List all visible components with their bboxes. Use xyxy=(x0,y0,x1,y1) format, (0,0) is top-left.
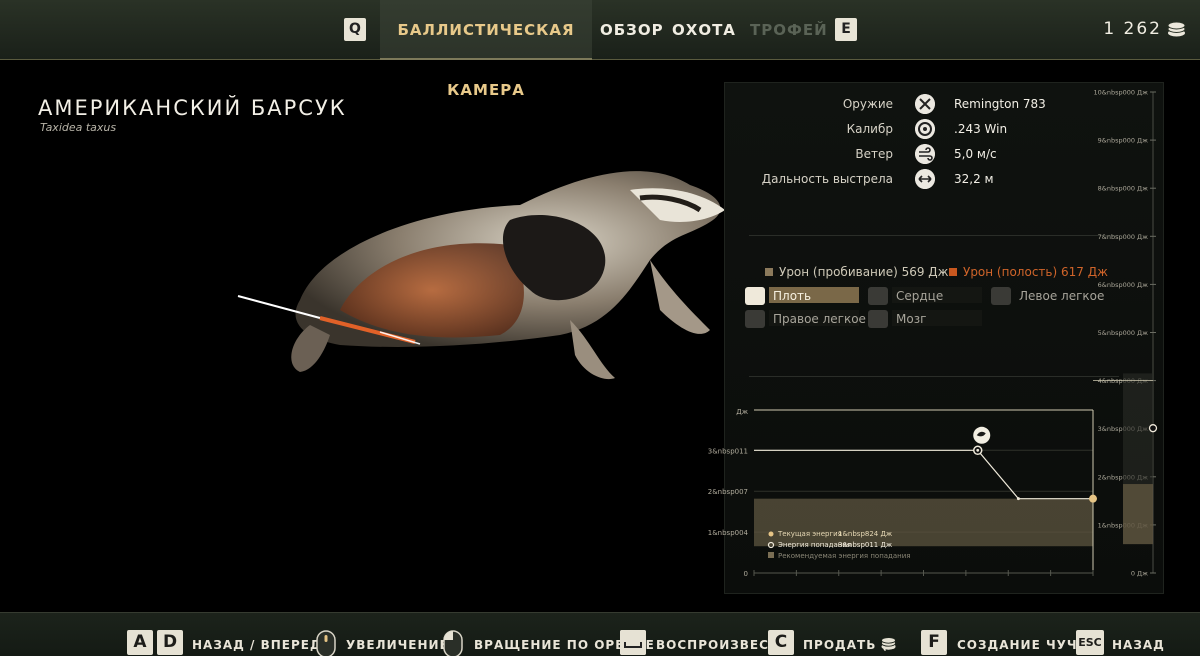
tab-trophy[interactable]: ТРОФЕЙ xyxy=(750,0,827,60)
divider xyxy=(749,235,1119,236)
flesh-icon xyxy=(745,287,765,305)
mouse-scroll-icon xyxy=(316,630,336,656)
organ-heart-label: Сердце xyxy=(896,289,944,303)
coins-icon xyxy=(881,637,896,650)
penetration-swatch xyxy=(765,268,773,276)
damage-penetration-label: Урон (пробивание) 569 Дж xyxy=(779,265,949,279)
key-c[interactable]: C xyxy=(768,630,794,655)
organ-brain-label: Мозг xyxy=(896,312,927,326)
animal-name: АМЕРИКАНСКИЙ БАРСУК xyxy=(38,96,347,120)
currency-amount: 1 262 xyxy=(1103,19,1162,39)
damage-expansion-label: Урон (полость) 617 Дж xyxy=(963,265,1108,279)
stat-distance-value: 32,2 м xyxy=(954,172,994,186)
coins-icon xyxy=(1167,21,1186,37)
tab-ballistic-camera[interactable]: БАЛЛИСТИЧЕСКАЯ КАМЕРА xyxy=(380,0,592,99)
stat-wind-value: 5,0 м/с xyxy=(954,147,997,161)
stat-weapon-label: Оружие xyxy=(842,97,893,111)
key-f[interactable]: F xyxy=(921,630,947,655)
damage-penetration: Урон (пробивание) 569 Дж xyxy=(765,265,948,279)
tab-strip: Q БАЛЛИСТИЧЕСКАЯ КАМЕРА ОБЗОР ОХОТА ТРОФ… xyxy=(0,0,1200,99)
stat-weapon-value: Remington 783 xyxy=(954,97,1046,111)
prev-tab-key[interactable]: Q xyxy=(344,18,366,41)
back-forward-label[interactable]: НАЗАД / ВПЕРЕД xyxy=(192,638,322,652)
stat-weapon: Оружие Remington 783 xyxy=(725,94,1165,116)
lung-icon xyxy=(991,287,1011,305)
key-esc[interactable]: ESC xyxy=(1076,630,1104,655)
organ-flesh-label: Плоть xyxy=(773,289,812,303)
animal-latin-name: Taxidea taxus xyxy=(40,121,117,134)
stat-caliber: Калибр .243 Win xyxy=(725,119,1165,141)
lung-icon xyxy=(745,310,765,328)
damage-expansion: Урон (полость) 617 Дж xyxy=(949,265,1108,279)
mouse-left-icon xyxy=(443,630,463,656)
expansion-swatch xyxy=(949,268,957,276)
ballistics-panel: Оружие Remington 783 Калибр .243 Win Вет… xyxy=(724,82,1164,594)
brain-icon xyxy=(868,310,888,328)
bottom-controls-bar: A D НАЗАД / ВПЕРЕД УВЕЛИЧЕНИЕ ВРАЩЕНИЕ П… xyxy=(0,612,1200,656)
next-tab-key[interactable]: E xyxy=(835,18,857,41)
animal-ballistic-view[interactable] xyxy=(230,150,740,390)
organ-flesh[interactable]: Плоть xyxy=(745,287,859,305)
stat-distance: Дальность выстрела 32,2 м xyxy=(725,169,1165,191)
stat-caliber-label: Калибр xyxy=(846,122,893,136)
divider xyxy=(749,376,1119,377)
top-navigation-bar: Q БАЛЛИСТИЧЕСКАЯ КАМЕРА ОБЗОР ОХОТА ТРОФ… xyxy=(0,0,1200,99)
organ-brain[interactable]: Мозг xyxy=(868,310,982,328)
space-key-icon[interactable] xyxy=(620,630,646,655)
organ-right-lung[interactable]: Правое легкое xyxy=(745,310,866,328)
key-d[interactable]: D xyxy=(157,630,183,655)
organ-right-lung-label: Правое легкое xyxy=(773,312,866,326)
distance-icon xyxy=(915,169,935,189)
caliber-icon xyxy=(915,119,935,139)
stat-wind-label: Ветер xyxy=(855,147,893,161)
key-a[interactable]: A xyxy=(127,630,153,655)
wind-icon xyxy=(915,144,935,164)
organ-left-lung[interactable]: Левое легкое xyxy=(991,287,1105,305)
stat-wind: Ветер 5,0 м/с xyxy=(725,144,1165,166)
organ-heart[interactable]: Сердце xyxy=(868,287,982,305)
heart-icon xyxy=(868,287,888,305)
zoom-label[interactable]: УВЕЛИЧЕНИЕ xyxy=(346,638,449,652)
tab-hunt[interactable]: ОХОТА xyxy=(672,0,735,60)
stat-caliber-value: .243 Win xyxy=(954,122,1008,136)
organ-left-lung-label: Левое легкое xyxy=(1019,289,1105,303)
rifle-icon xyxy=(915,94,935,114)
back-label[interactable]: НАЗАД xyxy=(1112,638,1165,652)
stat-distance-label: Дальность выстрела xyxy=(761,172,893,186)
tab-overview[interactable]: ОБЗОР xyxy=(600,0,663,60)
